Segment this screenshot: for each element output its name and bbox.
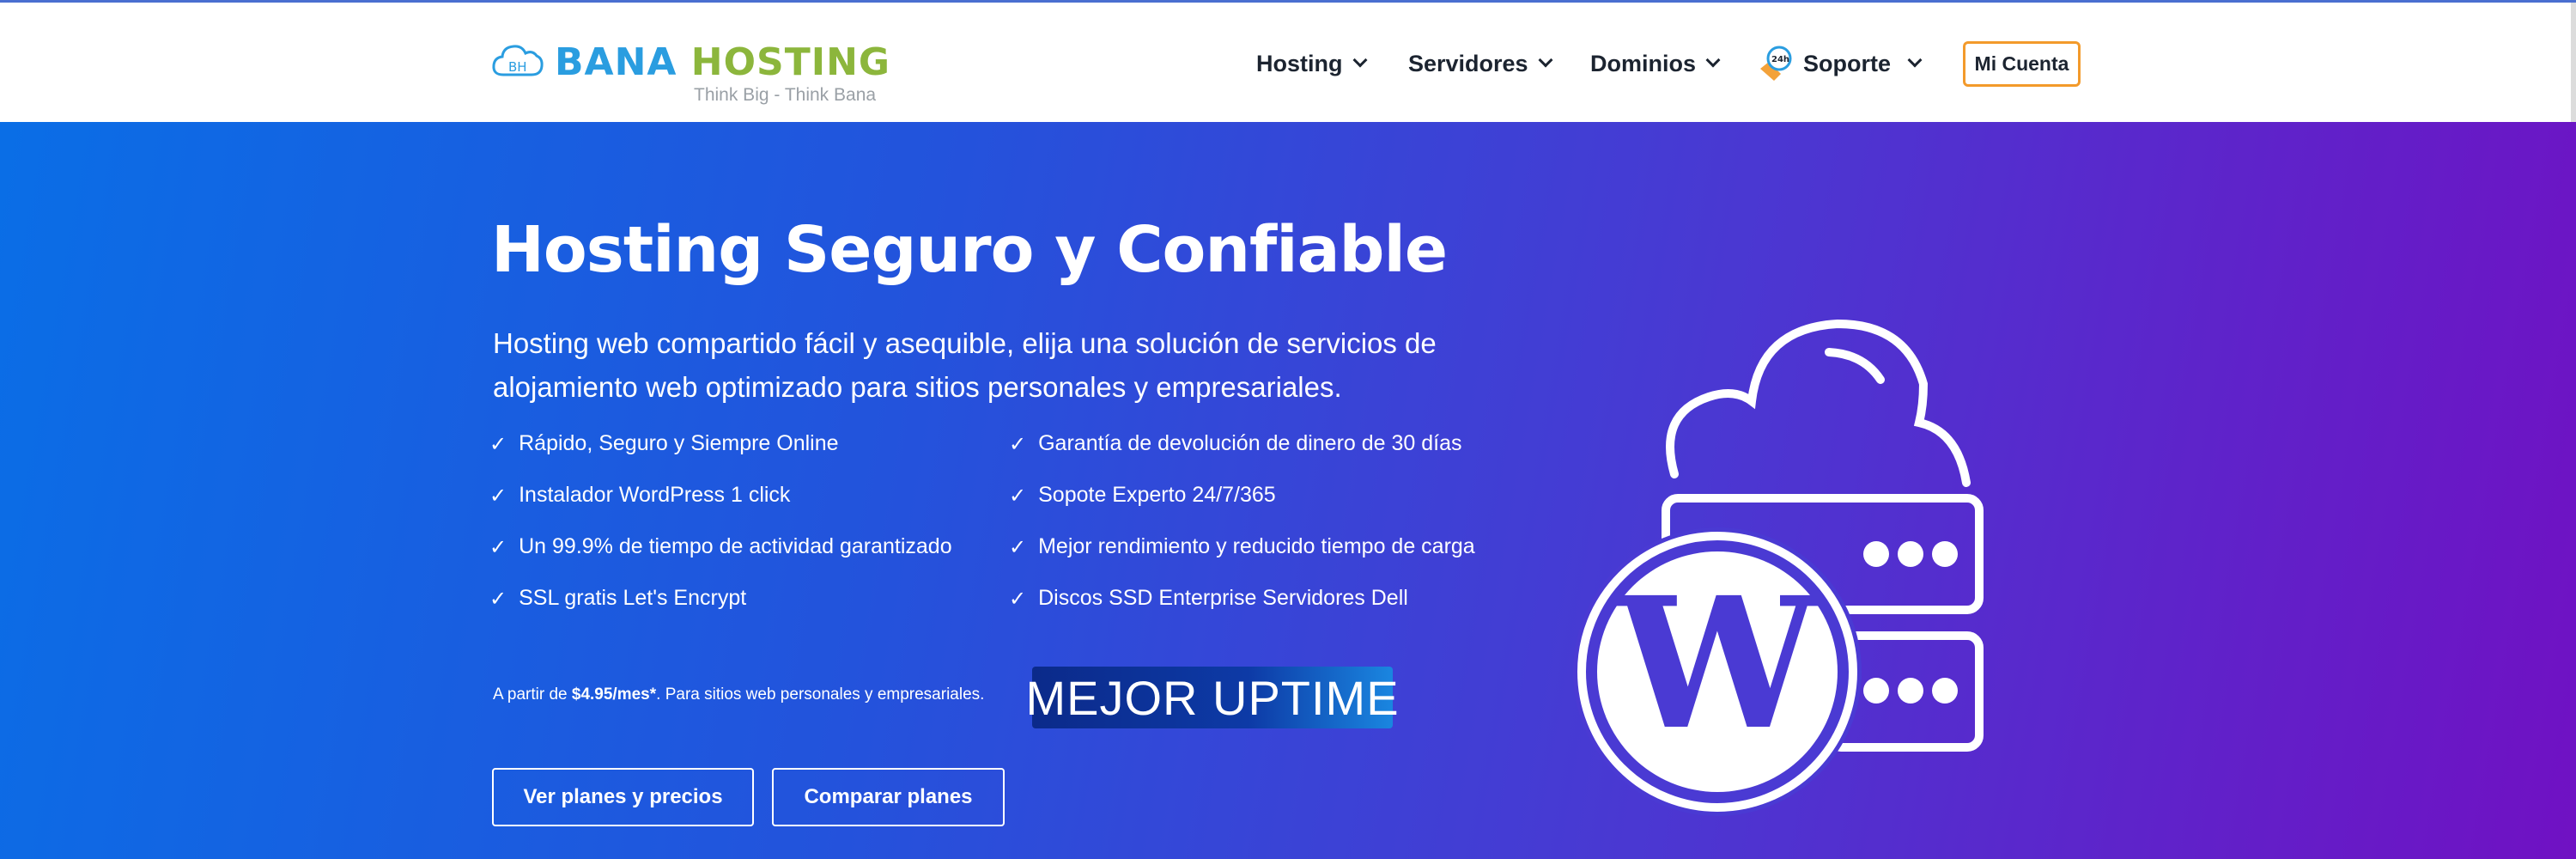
feature-item: ✓ Rápido, Seguro y Siempre Online bbox=[489, 431, 839, 456]
feature-item: ✓ Garantía de devolución de dinero de 30… bbox=[1009, 431, 1462, 456]
price-suffix: . Para sitios web personales y empresari… bbox=[656, 685, 985, 704]
server-led-dots bbox=[1863, 541, 1958, 704]
chevron-down-icon bbox=[1705, 52, 1721, 68]
price-prefix: A partir de bbox=[493, 685, 572, 704]
feature-text: Mejor rendimiento y reducido tiempo de c… bbox=[1038, 534, 1475, 558]
nav-dominios[interactable]: Dominios bbox=[1590, 46, 1721, 82]
feature-item: ✓ Un 99.9% de tiempo de actividad garant… bbox=[489, 534, 952, 559]
nav-servidores-label: Servidores bbox=[1408, 50, 1528, 76]
nav-servidores[interactable]: Servidores bbox=[1408, 46, 1553, 82]
cloud-server-wordpress-illustration: W bbox=[1573, 319, 1984, 816]
feature-item: ✓ Sopote Experto 24/7/365 bbox=[1009, 483, 1276, 508]
nav-dominios-label: Dominios bbox=[1590, 50, 1697, 76]
chevron-down-icon bbox=[1352, 52, 1367, 68]
feature-text: SSL gratis Let's Encrypt bbox=[519, 586, 747, 610]
check-icon: ✓ bbox=[489, 586, 507, 611]
hero-title: Hosting Seguro y Confiable bbox=[491, 213, 1448, 287]
24h-support-icon: 24h bbox=[1760, 46, 1792, 81]
my-account-button[interactable]: Mi Cuenta bbox=[1963, 41, 2081, 87]
svg-text:W: W bbox=[1614, 557, 1821, 770]
uptime-badge: MEJOR UPTIME bbox=[1025, 667, 1399, 728]
wordpress-icon: W bbox=[1573, 527, 1862, 816]
nav-soporte[interactable]: 24h Soporte bbox=[1755, 46, 1923, 82]
view-plans-button[interactable]: Ver planes y precios bbox=[492, 768, 754, 826]
check-icon: ✓ bbox=[1009, 586, 1027, 611]
feature-item: ✓ Mejor rendimiento y reducido tiempo de… bbox=[1009, 534, 1475, 559]
feature-text: Sopote Experto 24/7/365 bbox=[1038, 483, 1276, 507]
feature-text: Rápido, Seguro y Siempre Online bbox=[519, 431, 839, 455]
feature-text: Un 99.9% de tiempo de actividad garantiz… bbox=[519, 534, 952, 558]
check-icon: ✓ bbox=[489, 483, 507, 508]
support-icon-text: 24h bbox=[1771, 55, 1789, 64]
feature-item: ✓ SSL gratis Let's Encrypt bbox=[489, 586, 746, 611]
feature-item: ✓ Discos SSD Enterprise Servidores Dell bbox=[1009, 586, 1408, 611]
hero-description: Hosting web compartido fácil y asequible… bbox=[493, 327, 1437, 403]
brand-tagline: Think Big - Think Bana bbox=[694, 85, 877, 105]
check-icon: ✓ bbox=[489, 534, 507, 559]
site-header: BH BANA HOSTING Think Big - Think Bana H… bbox=[0, 0, 2576, 125]
check-icon: ✓ bbox=[1009, 534, 1027, 559]
check-icon: ✓ bbox=[1009, 483, 1027, 508]
chevron-down-icon bbox=[1907, 52, 1923, 68]
feature-text: Discos SSD Enterprise Servidores Dell bbox=[1038, 586, 1408, 610]
nav-hosting[interactable]: Hosting bbox=[1256, 46, 1367, 82]
hero-section: Hosting Seguro y Confiable Hosting web c… bbox=[0, 122, 2576, 859]
feature-text: Instalador WordPress 1 click bbox=[519, 483, 791, 507]
main-nav: Hosting Servidores Dominios 24h Soporte bbox=[0, 46, 2576, 82]
chevron-down-icon bbox=[1538, 52, 1553, 68]
nav-hosting-label: Hosting bbox=[1256, 50, 1343, 76]
feature-item: ✓ Instalador WordPress 1 click bbox=[489, 483, 790, 508]
price-line: A partir de $4.95/mes*. Para sitios web … bbox=[493, 685, 984, 704]
feature-text: Garantía de devolución de dinero de 30 d… bbox=[1038, 431, 1462, 455]
cloud-icon bbox=[1666, 319, 1971, 487]
compare-plans-button[interactable]: Comparar planes bbox=[772, 768, 1005, 826]
scrollbar[interactable] bbox=[2571, 3, 2576, 125]
check-icon: ✓ bbox=[1009, 431, 1027, 456]
nav-soporte-label: Soporte bbox=[1803, 50, 1892, 76]
price-value: $4.95/mes* bbox=[571, 685, 657, 704]
check-icon: ✓ bbox=[489, 431, 507, 456]
feature-list: ✓ Rápido, Seguro y Siempre Online ✓ Inst… bbox=[489, 431, 1606, 637]
